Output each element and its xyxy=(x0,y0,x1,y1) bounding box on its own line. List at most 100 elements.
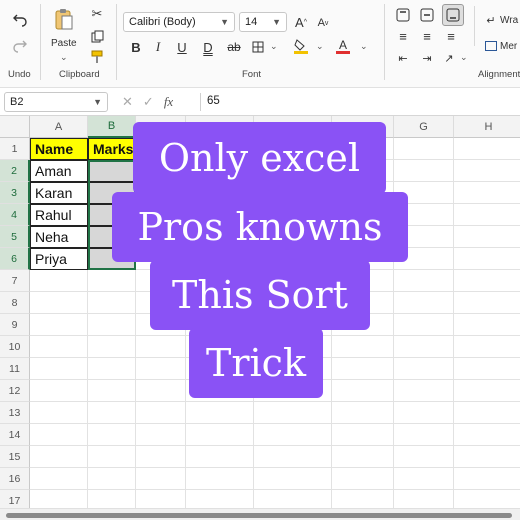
cell-f13[interactable] xyxy=(332,402,394,424)
chevron-down-icon[interactable]: ⌄ xyxy=(60,52,68,63)
cell-c13[interactable] xyxy=(136,402,186,424)
wrap-text-icon[interactable]: ↵ xyxy=(484,12,498,28)
cut-icon[interactable]: ✂ xyxy=(88,5,106,23)
cell-a6[interactable]: Priya xyxy=(30,248,88,270)
cell-h17[interactable] xyxy=(454,490,520,508)
cell-c15[interactable] xyxy=(136,446,186,468)
cell-f15[interactable] xyxy=(332,446,394,468)
italic-button[interactable]: I xyxy=(150,38,166,56)
cell-h3[interactable] xyxy=(454,182,520,204)
cell-e17[interactable] xyxy=(254,490,332,508)
cell-d17[interactable] xyxy=(186,490,254,508)
horizontal-scrollbar[interactable] xyxy=(0,508,520,520)
chevron-down-icon[interactable]: ⌄ xyxy=(460,52,468,63)
insert-function-icon[interactable]: fx xyxy=(164,94,173,110)
cell-a9[interactable] xyxy=(30,314,88,336)
cell-h8[interactable] xyxy=(454,292,520,314)
select-all-corner[interactable] xyxy=(0,116,30,138)
merge-button[interactable]: Mer xyxy=(500,41,517,52)
cell-b15[interactable] xyxy=(88,446,136,468)
cell-h10[interactable] xyxy=(454,336,520,358)
double-underline-button[interactable]: D xyxy=(200,38,216,56)
chevron-down-icon[interactable]: ⌄ xyxy=(360,41,368,52)
cell-b16[interactable] xyxy=(88,468,136,490)
row-header-7[interactable]: 7 xyxy=(0,270,30,292)
align-bottom-icon[interactable] xyxy=(442,4,464,26)
increase-indent-icon[interactable]: ⇥ xyxy=(418,50,436,66)
cell-a17[interactable] xyxy=(30,490,88,508)
cell-g15[interactable] xyxy=(394,446,454,468)
row-header-3[interactable]: 3 xyxy=(0,182,30,204)
cell-a15[interactable] xyxy=(30,446,88,468)
cell-h7[interactable] xyxy=(454,270,520,292)
cell-h1[interactable] xyxy=(454,138,520,160)
cell-d14[interactable] xyxy=(186,424,254,446)
chevron-down-icon[interactable]: ⌄ xyxy=(316,41,324,52)
cell-h4[interactable] xyxy=(454,204,520,226)
cell-g16[interactable] xyxy=(394,468,454,490)
merge-icon[interactable] xyxy=(484,38,498,54)
redo-icon[interactable] xyxy=(10,36,30,56)
shrink-font-icon[interactable]: Av xyxy=(314,13,332,33)
cell-h16[interactable] xyxy=(454,468,520,490)
cell-a10[interactable] xyxy=(30,336,88,358)
cell-d16[interactable] xyxy=(186,468,254,490)
cell-a5[interactable]: Neha xyxy=(30,226,88,248)
cell-g13[interactable] xyxy=(394,402,454,424)
row-header-12[interactable]: 12 xyxy=(0,380,30,402)
wrap-text-button[interactable]: Wra xyxy=(500,15,518,26)
cell-a8[interactable] xyxy=(30,292,88,314)
cell-f16[interactable] xyxy=(332,468,394,490)
row-header-16[interactable]: 16 xyxy=(0,468,30,490)
grow-font-icon[interactable]: A ^ xyxy=(292,12,310,32)
font-name-select[interactable]: Calibri (Body) ▼ xyxy=(123,12,235,32)
bold-button[interactable]: B xyxy=(128,38,144,56)
cell-g14[interactable] xyxy=(394,424,454,446)
cell-c17[interactable] xyxy=(136,490,186,508)
copy-icon[interactable] xyxy=(88,27,106,45)
orientation-icon[interactable]: ↗ xyxy=(440,50,458,66)
cell-a4[interactable]: Rahul xyxy=(30,204,88,226)
cell-c14[interactable] xyxy=(136,424,186,446)
align-middle-icon[interactable] xyxy=(418,6,436,24)
row-header-10[interactable]: 10 xyxy=(0,336,30,358)
cell-h13[interactable] xyxy=(454,402,520,424)
cell-e13[interactable] xyxy=(254,402,332,424)
cell-a3[interactable]: Karan xyxy=(30,182,88,204)
row-header-1[interactable]: 1 xyxy=(0,138,30,160)
row-header-6[interactable]: 6 xyxy=(0,248,30,270)
align-center-icon[interactable]: ≡ xyxy=(418,28,436,44)
row-header-17[interactable]: 17 xyxy=(0,490,30,508)
formula-input[interactable]: 65 xyxy=(207,95,220,107)
row-header-4[interactable]: 4 xyxy=(0,204,30,226)
scrollbar-thumb[interactable] xyxy=(6,513,512,518)
cell-f17[interactable] xyxy=(332,490,394,508)
cell-b13[interactable] xyxy=(88,402,136,424)
cell-a7[interactable] xyxy=(30,270,88,292)
cell-h11[interactable] xyxy=(454,358,520,380)
cell-a11[interactable] xyxy=(30,358,88,380)
paste-icon[interactable] xyxy=(53,6,75,32)
cancel-icon[interactable]: ✕ xyxy=(122,94,133,110)
row-header-2[interactable]: 2 xyxy=(0,160,30,182)
cell-a2[interactable]: Aman xyxy=(30,160,88,182)
cell-h12[interactable] xyxy=(454,380,520,402)
cell-h14[interactable] xyxy=(454,424,520,446)
cell-g17[interactable] xyxy=(394,490,454,508)
cell-b14[interactable] xyxy=(88,424,136,446)
paste-button[interactable]: Paste xyxy=(51,38,77,49)
strikethrough-button[interactable]: ab xyxy=(225,38,243,56)
cell-h5[interactable] xyxy=(454,226,520,248)
column-header-h[interactable]: H xyxy=(454,116,520,138)
row-header-13[interactable]: 13 xyxy=(0,402,30,424)
cell-a14[interactable] xyxy=(30,424,88,446)
cell-h9[interactable] xyxy=(454,314,520,336)
align-left-icon[interactable]: ≡ xyxy=(394,28,412,44)
cell-c16[interactable] xyxy=(136,468,186,490)
cell-h2[interactable] xyxy=(454,160,520,182)
cell-a1[interactable]: Name xyxy=(30,138,88,160)
cell-h15[interactable] xyxy=(454,446,520,468)
cell-d15[interactable] xyxy=(186,446,254,468)
column-header-a[interactable]: A xyxy=(30,116,88,138)
align-right-icon[interactable]: ≡ xyxy=(442,28,460,44)
